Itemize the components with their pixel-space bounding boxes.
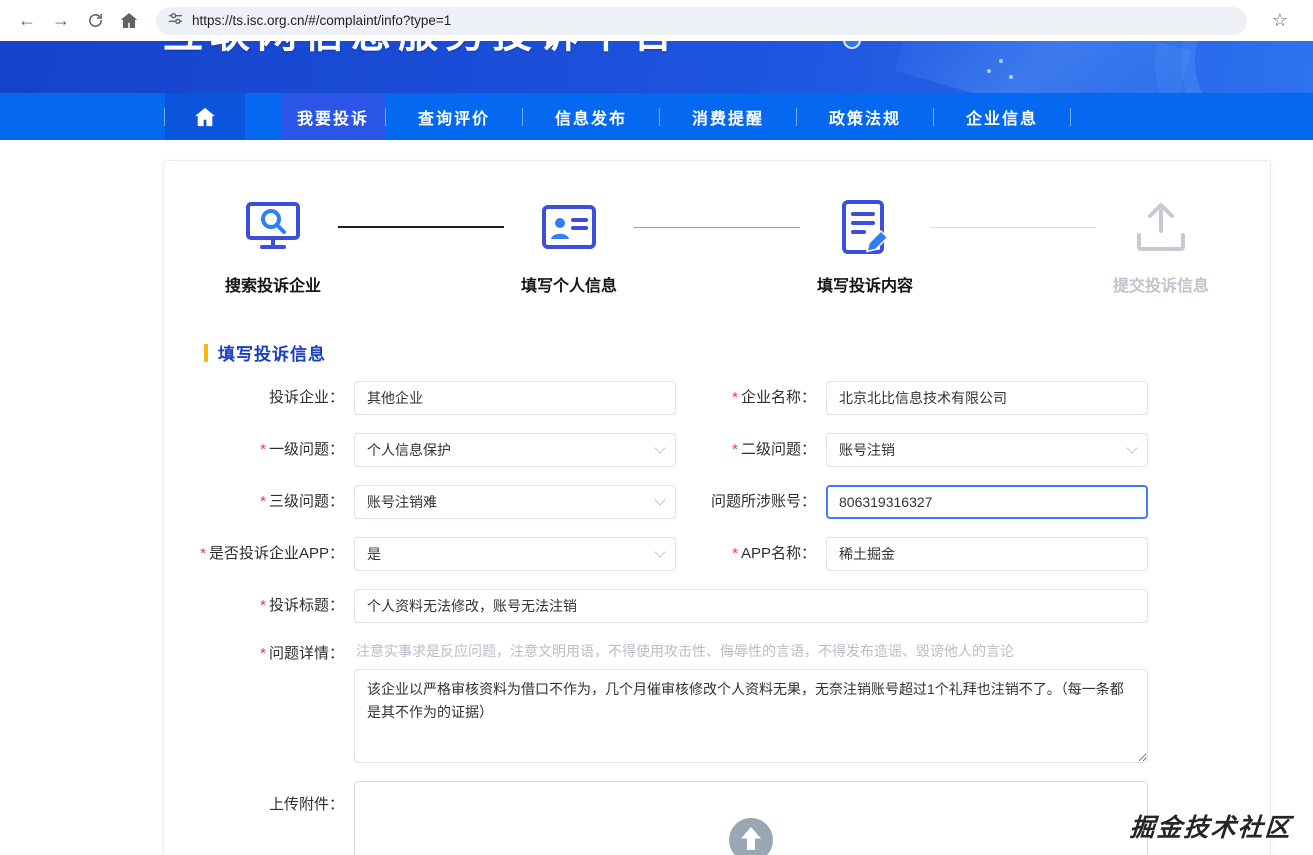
issue1-select[interactable]: 个人信息保护 bbox=[354, 433, 676, 467]
nav-item-complain[interactable]: 我要投诉 bbox=[281, 93, 385, 140]
banner-decoration-dot bbox=[987, 69, 991, 73]
banner-decoration-stripe bbox=[895, 41, 1192, 93]
company-input[interactable]: 其他企业 bbox=[354, 381, 676, 415]
section-heading: 填写投诉信息 bbox=[204, 340, 1270, 365]
address-bar[interactable]: https://ts.isc.org.cn/#/complaint/info?t… bbox=[156, 7, 1247, 35]
banner-decoration-dot bbox=[999, 59, 1003, 63]
issue3-select[interactable]: 账号注销难 bbox=[354, 485, 676, 519]
app-name-label: *APP名称： bbox=[732, 537, 816, 571]
complaint-form: 投诉企业： 其他企业 *企业名称： 北京北比信息技术有限公司 *一级问题： 个人… bbox=[164, 381, 1270, 855]
nav-item-consumer-alert[interactable]: 消费提醒 bbox=[660, 93, 796, 140]
step-connector bbox=[338, 226, 504, 228]
detail-textarea[interactable]: 该企业以严格审核资料为借口不作为，几个月催审核修改个人资料无果，无奈注销账号超过… bbox=[354, 669, 1148, 763]
account-label: 问题所涉账号： bbox=[711, 485, 816, 519]
step-label: 填写个人信息 bbox=[521, 272, 617, 296]
house-icon bbox=[194, 107, 216, 127]
banner-decoration-rings bbox=[1181, 41, 1313, 93]
step-complaint-content: 填写投诉内容 bbox=[800, 197, 930, 296]
chevron-down-icon bbox=[1126, 442, 1137, 453]
company-label: 投诉企业： bbox=[269, 381, 344, 415]
complaint-card: 搜索投诉企业 填写个人信息 填写投诉内容 bbox=[163, 160, 1271, 855]
browser-toolbar: ← → https://ts.isc.org.cn/#/complaint/in… bbox=[0, 0, 1313, 41]
complaint-title-label: *投诉标题： bbox=[260, 589, 344, 623]
issue1-label: *一级问题： bbox=[260, 433, 344, 467]
home-icon[interactable] bbox=[114, 6, 144, 36]
main-nav: 我要投诉 查询评价 信息发布 消费提醒 政策法规 企业信息 bbox=[0, 93, 1313, 140]
cloud-upload-icon bbox=[727, 816, 775, 855]
nav-item-enterprise[interactable]: 企业信息 bbox=[934, 93, 1070, 140]
document-edit-icon bbox=[835, 197, 895, 257]
upload-tray-icon bbox=[1131, 197, 1191, 257]
reload-icon[interactable] bbox=[80, 6, 110, 36]
app-name-input[interactable]: 稀土掘金 bbox=[826, 537, 1148, 571]
step-submit: 提交投诉信息 bbox=[1096, 197, 1226, 296]
upload-dropzone[interactable] bbox=[354, 781, 1148, 855]
back-icon[interactable]: ← bbox=[12, 6, 42, 36]
bookmark-star-icon[interactable]: ☆ bbox=[1265, 6, 1295, 36]
step-indicator: 搜索投诉企业 填写个人信息 填写投诉内容 bbox=[208, 197, 1226, 296]
step-label: 填写投诉内容 bbox=[817, 272, 913, 296]
id-card-icon bbox=[539, 197, 599, 257]
step-label: 搜索投诉企业 bbox=[225, 272, 321, 296]
banner-decoration-dot bbox=[1009, 75, 1013, 79]
issue2-label: *二级问题： bbox=[732, 433, 816, 467]
juejin-watermark: 掘金技术社区 bbox=[1129, 808, 1294, 844]
issue3-label: *三级问题： bbox=[260, 485, 344, 519]
step-personal-info: 填写个人信息 bbox=[504, 197, 634, 296]
site-title: 互联网信息服务投诉平台 bbox=[163, 41, 680, 54]
chevron-down-icon bbox=[654, 494, 665, 505]
chevron-down-icon bbox=[654, 442, 665, 453]
site-title-badge-icon bbox=[843, 41, 861, 49]
account-input[interactable]: 806319316327 bbox=[826, 485, 1148, 519]
is-app-select[interactable]: 是 bbox=[354, 537, 676, 571]
site-banner: 互联网信息服务投诉平台 bbox=[0, 41, 1313, 93]
step-label: 提交投诉信息 bbox=[1113, 272, 1209, 296]
issue2-select[interactable]: 账号注销 bbox=[826, 433, 1148, 467]
step-connector bbox=[634, 227, 800, 228]
upload-label: 上传附件： bbox=[269, 781, 344, 815]
nav-item-info[interactable]: 信息发布 bbox=[523, 93, 659, 140]
is-app-label: *是否投诉企业APP： bbox=[200, 537, 344, 571]
detail-label: *问题详情： bbox=[260, 641, 344, 664]
nav-home-button[interactable] bbox=[165, 93, 245, 140]
url-text: https://ts.isc.org.cn/#/complaint/info?t… bbox=[192, 13, 451, 28]
section-accent-bar bbox=[204, 344, 208, 362]
step-search-company: 搜索投诉企业 bbox=[208, 197, 338, 296]
monitor-search-icon bbox=[243, 197, 303, 257]
nav-item-policy[interactable]: 政策法规 bbox=[797, 93, 933, 140]
tune-icon[interactable] bbox=[168, 11, 183, 31]
forward-icon[interactable]: → bbox=[46, 6, 76, 36]
chevron-down-icon bbox=[654, 546, 665, 557]
step-connector bbox=[930, 227, 1096, 228]
section-title: 填写投诉信息 bbox=[218, 340, 326, 365]
company-name-label: *企业名称： bbox=[732, 381, 816, 415]
nav-item-query[interactable]: 查询评价 bbox=[386, 93, 522, 140]
detail-hint: 注意实事求是反应问题，注意文明用语，不得使用攻击性、侮辱性的言语，不得发布造谣、… bbox=[356, 641, 1148, 661]
company-name-input[interactable]: 北京北比信息技术有限公司 bbox=[826, 381, 1148, 415]
complaint-title-input[interactable]: 个人资料无法修改，账号无法注销 bbox=[354, 589, 1148, 623]
nav-separator bbox=[1070, 108, 1071, 126]
detail-cell: 注意实事求是反应问题，注意文明用语，不得使用攻击性、侮辱性的言语，不得发布造谣、… bbox=[354, 641, 1148, 763]
